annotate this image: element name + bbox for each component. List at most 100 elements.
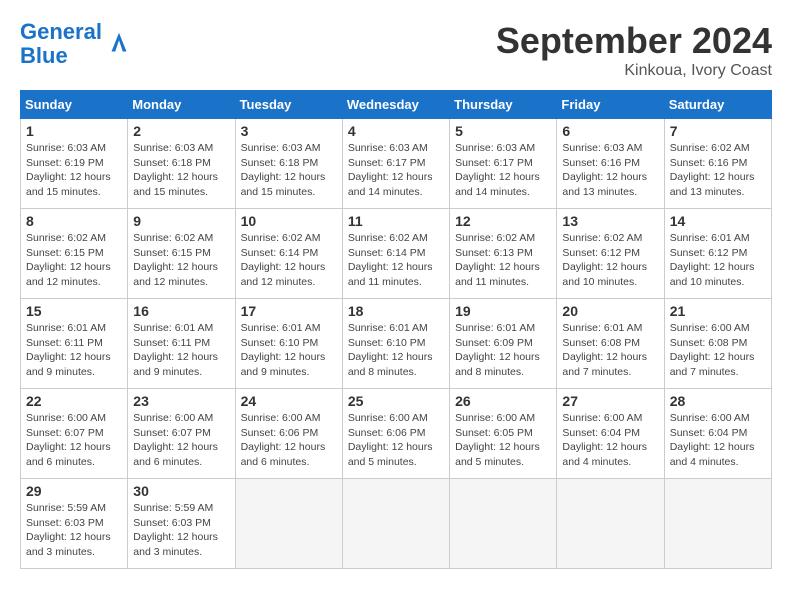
table-row: 5 Sunrise: 6:03 AMSunset: 6:17 PMDaylight… <box>450 119 557 209</box>
day-number: 24 <box>241 393 337 409</box>
day-number: 27 <box>562 393 658 409</box>
calendar-table: Sunday Monday Tuesday Wednesday Thursday… <box>20 90 772 569</box>
weekday-header-row: Sunday Monday Tuesday Wednesday Thursday… <box>21 91 772 119</box>
logo-icon <box>104 29 134 59</box>
table-row: 17 Sunrise: 6:01 AMSunset: 6:10 PMDayligh… <box>235 299 342 389</box>
day-info: Sunrise: 6:02 AMSunset: 6:13 PMDaylight:… <box>455 232 540 288</box>
day-info: Sunrise: 6:00 AMSunset: 6:05 PMDaylight:… <box>455 412 540 468</box>
table-row: 30 Sunrise: 5:59 AMSunset: 6:03 PMDayligh… <box>128 479 235 569</box>
day-number: 7 <box>670 123 766 139</box>
day-info: Sunrise: 6:01 AMSunset: 6:10 PMDaylight:… <box>241 322 326 378</box>
table-row: 15Sunrise: 6:01 AMSunset: 6:11 PMDayligh… <box>21 299 128 389</box>
calendar-row: 29Sunrise: 5:59 AMSunset: 6:03 PMDayligh… <box>21 479 772 569</box>
day-info: Sunrise: 6:02 AMSunset: 6:12 PMDaylight:… <box>562 232 647 288</box>
day-info: Sunrise: 6:01 AMSunset: 6:09 PMDaylight:… <box>455 322 540 378</box>
calendar-row: 1 Sunrise: 6:03 AMSunset: 6:19 PMDaylight… <box>21 119 772 209</box>
table-row: 6Sunrise: 6:03 AMSunset: 6:16 PMDaylight… <box>557 119 664 209</box>
table-row: 28 Sunrise: 6:00 AMSunset: 6:04 PMDayligh… <box>664 389 771 479</box>
month-title: September 2024 <box>496 20 772 62</box>
day-info: Sunrise: 6:00 AMSunset: 6:07 PMDaylight:… <box>26 412 111 468</box>
table-row: 20 Sunrise: 6:01 AMSunset: 6:08 PMDayligh… <box>557 299 664 389</box>
table-row: 4 Sunrise: 6:03 AMSunset: 6:17 PMDaylight… <box>342 119 449 209</box>
day-info: Sunrise: 6:00 AMSunset: 6:08 PMDaylight:… <box>670 322 755 378</box>
day-info: Sunrise: 6:00 AMSunset: 6:06 PMDaylight:… <box>241 412 326 468</box>
table-row: 11Sunrise: 6:02 AMSunset: 6:14 PMDayligh… <box>342 209 449 299</box>
table-row: 21Sunrise: 6:00 AMSunset: 6:08 PMDayligh… <box>664 299 771 389</box>
day-number: 2 <box>133 123 229 139</box>
day-number: 20 <box>562 303 658 319</box>
day-number: 9 <box>133 213 229 229</box>
day-number: 30 <box>133 483 229 499</box>
table-row: 27 Sunrise: 6:00 AMSunset: 6:04 PMDayligh… <box>557 389 664 479</box>
day-number: 23 <box>133 393 229 409</box>
table-row: 2 Sunrise: 6:03 AMSunset: 6:18 PMDaylight… <box>128 119 235 209</box>
header-monday: Monday <box>128 91 235 119</box>
header-saturday: Saturday <box>664 91 771 119</box>
table-row <box>235 479 342 569</box>
day-info: Sunrise: 6:01 AMSunset: 6:11 PMDaylight:… <box>26 322 111 378</box>
table-row <box>450 479 557 569</box>
title-block: September 2024 Kinkoua, Ivory Coast <box>496 20 772 80</box>
day-info: Sunrise: 6:02 AMSunset: 6:16 PMDaylight:… <box>670 142 755 198</box>
page-header: General Blue September 2024 Kinkoua, Ivo… <box>20 20 772 80</box>
day-info: Sunrise: 6:00 AMSunset: 6:07 PMDaylight:… <box>133 412 218 468</box>
day-info: Sunrise: 6:03 AMSunset: 6:18 PMDaylight:… <box>241 142 326 198</box>
table-row <box>557 479 664 569</box>
day-info: Sunrise: 6:00 AMSunset: 6:04 PMDaylight:… <box>670 412 755 468</box>
table-row: 14Sunrise: 6:01 AMSunset: 6:12 PMDayligh… <box>664 209 771 299</box>
day-number: 13 <box>562 213 658 229</box>
day-number: 22 <box>26 393 122 409</box>
day-info: Sunrise: 6:03 AMSunset: 6:19 PMDaylight:… <box>26 142 111 198</box>
day-number: 17 <box>241 303 337 319</box>
day-info: Sunrise: 6:01 AMSunset: 6:08 PMDaylight:… <box>562 322 647 378</box>
location-title: Kinkoua, Ivory Coast <box>496 62 772 80</box>
table-row: 16 Sunrise: 6:01 AMSunset: 6:11 PMDayligh… <box>128 299 235 389</box>
day-number: 5 <box>455 123 551 139</box>
table-row: 29Sunrise: 5:59 AMSunset: 6:03 PMDayligh… <box>21 479 128 569</box>
day-number: 16 <box>133 303 229 319</box>
table-row <box>342 479 449 569</box>
day-number: 26 <box>455 393 551 409</box>
table-row: 3 Sunrise: 6:03 AMSunset: 6:18 PMDaylight… <box>235 119 342 209</box>
day-number: 18 <box>348 303 444 319</box>
day-number: 4 <box>348 123 444 139</box>
day-info: Sunrise: 6:00 AMSunset: 6:04 PMDaylight:… <box>562 412 647 468</box>
day-info: Sunrise: 6:03 AMSunset: 6:17 PMDaylight:… <box>455 142 540 198</box>
day-number: 10 <box>241 213 337 229</box>
day-number: 3 <box>241 123 337 139</box>
day-info: Sunrise: 6:03 AMSunset: 6:17 PMDaylight:… <box>348 142 433 198</box>
day-number: 1 <box>26 123 122 139</box>
header-thursday: Thursday <box>450 91 557 119</box>
day-info: Sunrise: 5:59 AMSunset: 6:03 PMDaylight:… <box>26 502 111 558</box>
day-info: Sunrise: 6:03 AMSunset: 6:16 PMDaylight:… <box>562 142 647 198</box>
day-info: Sunrise: 6:02 AMSunset: 6:15 PMDaylight:… <box>26 232 111 288</box>
logo-text: General Blue <box>20 20 102 68</box>
table-row: 9 Sunrise: 6:02 AMSunset: 6:15 PMDaylight… <box>128 209 235 299</box>
day-number: 8 <box>26 213 122 229</box>
table-row: 1 Sunrise: 6:03 AMSunset: 6:19 PMDaylight… <box>21 119 128 209</box>
calendar-row: 8 Sunrise: 6:02 AMSunset: 6:15 PMDaylight… <box>21 209 772 299</box>
day-info: Sunrise: 6:01 AMSunset: 6:12 PMDaylight:… <box>670 232 755 288</box>
day-info: Sunrise: 6:02 AMSunset: 6:15 PMDaylight:… <box>133 232 218 288</box>
day-number: 11 <box>348 213 444 229</box>
header-sunday: Sunday <box>21 91 128 119</box>
table-row: 25Sunrise: 6:00 AMSunset: 6:06 PMDayligh… <box>342 389 449 479</box>
day-info: Sunrise: 5:59 AMSunset: 6:03 PMDaylight:… <box>133 502 218 558</box>
day-number: 28 <box>670 393 766 409</box>
table-row: 19Sunrise: 6:01 AMSunset: 6:09 PMDayligh… <box>450 299 557 389</box>
day-info: Sunrise: 6:01 AMSunset: 6:10 PMDaylight:… <box>348 322 433 378</box>
day-info: Sunrise: 6:02 AMSunset: 6:14 PMDaylight:… <box>241 232 326 288</box>
logo: General Blue <box>20 20 134 68</box>
day-number: 12 <box>455 213 551 229</box>
day-info: Sunrise: 6:03 AMSunset: 6:18 PMDaylight:… <box>133 142 218 198</box>
table-row: 13 Sunrise: 6:02 AMSunset: 6:12 PMDayligh… <box>557 209 664 299</box>
table-row: 8 Sunrise: 6:02 AMSunset: 6:15 PMDaylight… <box>21 209 128 299</box>
table-row: 24 Sunrise: 6:00 AMSunset: 6:06 PMDayligh… <box>235 389 342 479</box>
table-row: 7 Sunrise: 6:02 AMSunset: 6:16 PMDaylight… <box>664 119 771 209</box>
header-tuesday: Tuesday <box>235 91 342 119</box>
table-row: 26 Sunrise: 6:00 AMSunset: 6:05 PMDayligh… <box>450 389 557 479</box>
table-row: 12 Sunrise: 6:02 AMSunset: 6:13 PMDayligh… <box>450 209 557 299</box>
day-number: 25 <box>348 393 444 409</box>
day-info: Sunrise: 6:01 AMSunset: 6:11 PMDaylight:… <box>133 322 218 378</box>
table-row: 23 Sunrise: 6:00 AMSunset: 6:07 PMDayligh… <box>128 389 235 479</box>
